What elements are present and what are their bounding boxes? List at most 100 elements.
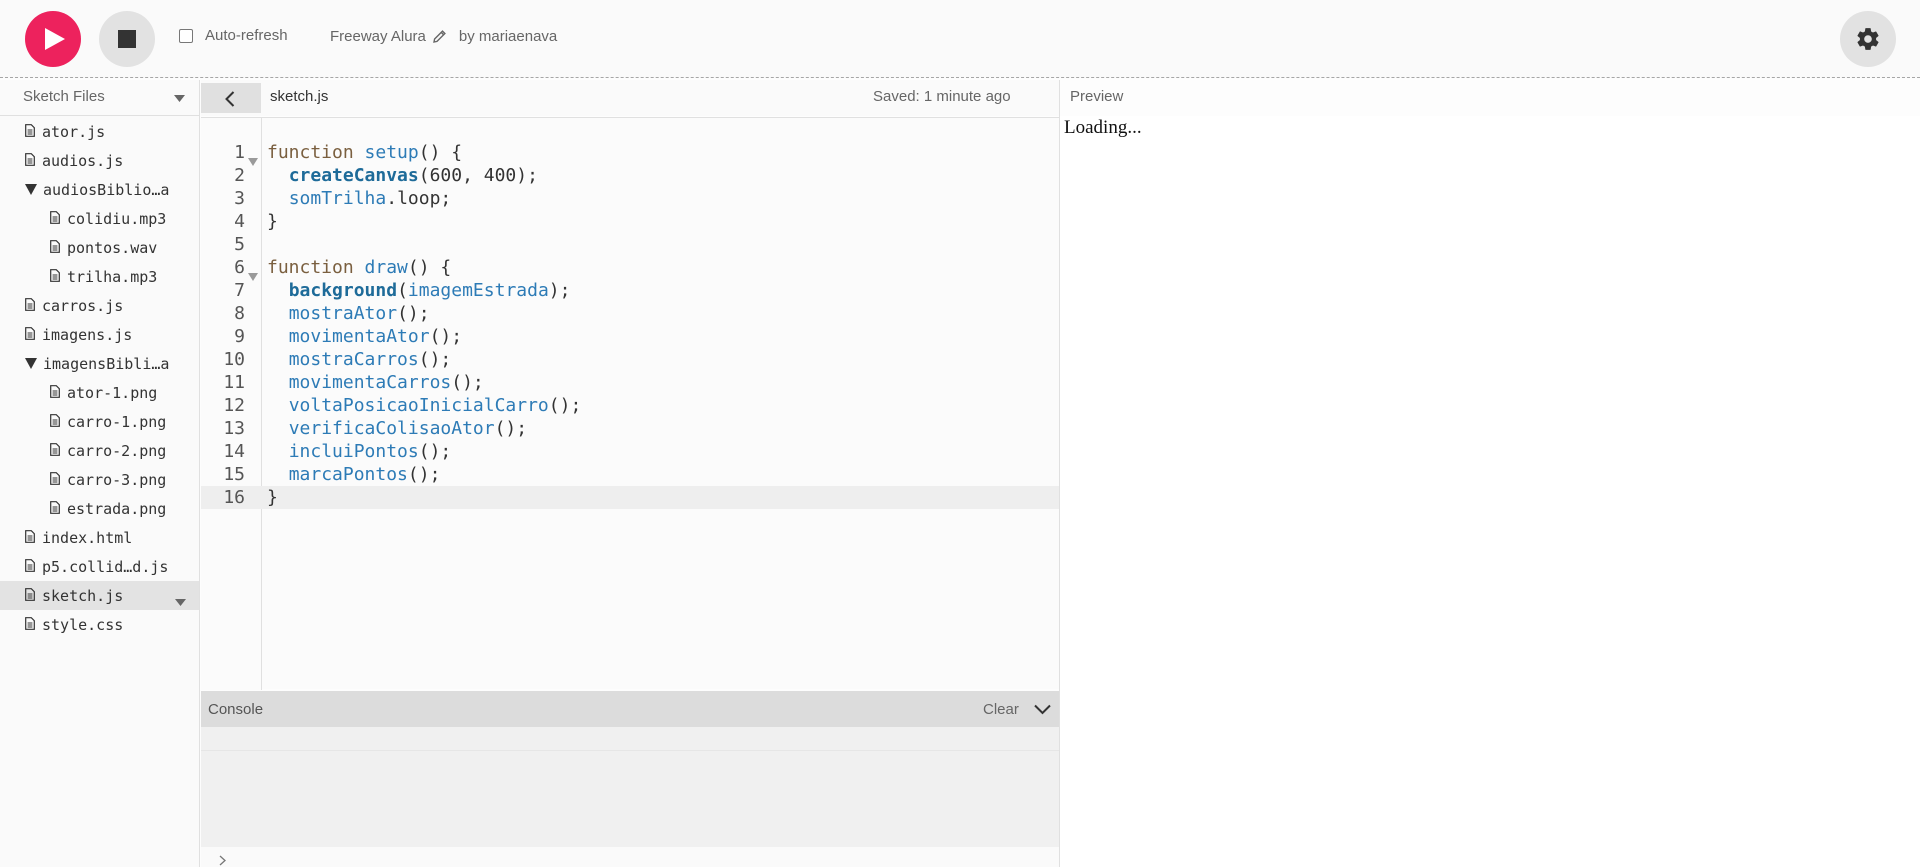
project-info: Freeway Alura by mariaenava [330,28,557,45]
code-text: function draw() { [267,256,451,279]
code-token: movimentaCarros [288,372,452,393]
file-item[interactable]: audios.js [0,146,199,175]
code-text: function setup() { [267,141,462,164]
auto-refresh-toggle[interactable]: Auto-refresh [179,27,288,44]
stop-button[interactable] [99,11,155,67]
file-item[interactable]: ator-1.png [0,378,199,407]
line-number: 16 [223,487,245,508]
code-line[interactable]: 5 [201,233,1059,256]
console-clear-button[interactable]: Clear [983,701,1019,718]
sidebar-header: Sketch Files [0,80,199,116]
code-text: movimentaCarros(); [267,371,484,394]
code-line[interactable]: 11 movimentaCarros(); [201,371,1059,394]
code-text: somTrilha.loop; [267,187,452,210]
chevron-down-icon[interactable] [1034,704,1051,715]
file-name: carros.js [42,296,124,315]
folder-open-triangle-icon[interactable] [25,355,37,373]
play-button[interactable] [25,11,81,67]
folder-item[interactable]: imagensBibli…a [0,349,199,378]
editor-filename: sketch.js [270,88,329,105]
file-item[interactable]: imagens.js [0,320,199,349]
code-text: createCanvas(600, 400); [267,164,538,187]
code-token: movimentaAtor [288,326,430,347]
code-line[interactable]: 15 marcaPontos(); [201,463,1059,486]
folder-open-triangle-icon[interactable] [25,181,37,199]
file-item[interactable]: carro-2.png [0,436,199,465]
settings-button[interactable] [1840,11,1896,67]
file-name: sketch.js [42,586,124,605]
preview-frame[interactable]: Loading... [1060,116,1920,867]
code-line[interactable]: 3 somTrilha.loop; [201,187,1059,210]
file-item[interactable]: sketch.js [0,581,199,610]
line-number: 1 [234,142,245,163]
code-token: imagemEstrada [407,280,549,301]
code-line[interactable]: 2 createCanvas(600, 400); [201,164,1059,187]
code-line[interactable]: 6 function draw() { [201,256,1059,281]
file-item[interactable]: trilha.mp3 [0,262,199,291]
code-line[interactable]: 10 mostraCarros(); [201,348,1059,371]
line-number: 10 [223,349,245,370]
file-name: ator.js [42,122,106,141]
code-text: movimentaAtor(); [267,325,462,348]
file-item[interactable]: estrada.png [0,494,199,523]
file-name: style.css [42,615,124,634]
file-item[interactable]: ator.js [0,117,199,146]
line-number: 2 [234,165,245,186]
file-icon [50,500,60,518]
code-line[interactable]: 12 voltaPosicaoInicialCarro(); [201,394,1059,417]
file-name: index.html [42,528,133,547]
file-icon [50,384,60,402]
file-icon [25,123,35,141]
line-number: 5 [234,234,245,255]
code-line[interactable]: 4} [201,210,1059,233]
console-input[interactable] [201,847,1059,867]
auto-refresh-label: Auto-refresh [205,27,288,44]
code-token: function [267,142,354,163]
code-token: draw [364,257,408,278]
code-line[interactable]: 14 incluiPontos(); [201,440,1059,463]
line-number: 15 [223,464,245,485]
console-output [201,727,1059,847]
code-line[interactable]: 16} [201,486,1059,509]
file-item[interactable]: carro-1.png [0,407,199,436]
file-icon [25,152,35,170]
code-token: mostraAtor [288,303,398,324]
file-name: ator-1.png [67,383,158,402]
file-name: imagensBibli…a [43,354,170,373]
file-item[interactable]: style.css [0,610,199,639]
code-line[interactable]: 8 mostraAtor(); [201,302,1059,325]
code-line[interactable]: 9 movimentaAtor(); [201,325,1059,348]
project-name[interactable]: Freeway Alura [330,28,426,45]
auto-refresh-checkbox[interactable] [179,28,193,43]
code-line[interactable]: 13 verificaColisaoAtor(); [201,417,1059,440]
caret-down-icon[interactable] [174,95,185,102]
file-options-caret-icon[interactable] [175,592,186,610]
line-number: 3 [234,188,245,209]
code-token: setup [364,142,419,163]
code-line[interactable]: 7 background(imagemEstrada); [201,279,1059,302]
code-token: (600, 400); [418,165,538,186]
collapse-sidebar-button[interactable] [201,83,261,113]
file-item[interactable]: p5.collid…d.js [0,552,199,581]
file-item[interactable]: pontos.wav [0,233,199,262]
folder-item[interactable]: audiosBiblio…a [0,175,199,204]
file-item[interactable]: carro-3.png [0,465,199,494]
file-icon [25,587,35,605]
code-line[interactable]: 1 function setup() { [201,141,1059,166]
project-author: by mariaenava [458,28,558,45]
file-item[interactable]: index.html [0,523,199,552]
code-token: (); [451,372,484,393]
file-icon [25,326,35,344]
pencil-icon[interactable] [432,30,446,43]
file-item[interactable]: colidiu.mp3 [0,204,199,233]
file-icon [50,442,60,460]
code-text: } [267,486,278,509]
code-editor[interactable]: 1 function setup() {2 createCanvas(600, 4… [201,117,1059,690]
file-item[interactable]: carros.js [0,291,199,320]
